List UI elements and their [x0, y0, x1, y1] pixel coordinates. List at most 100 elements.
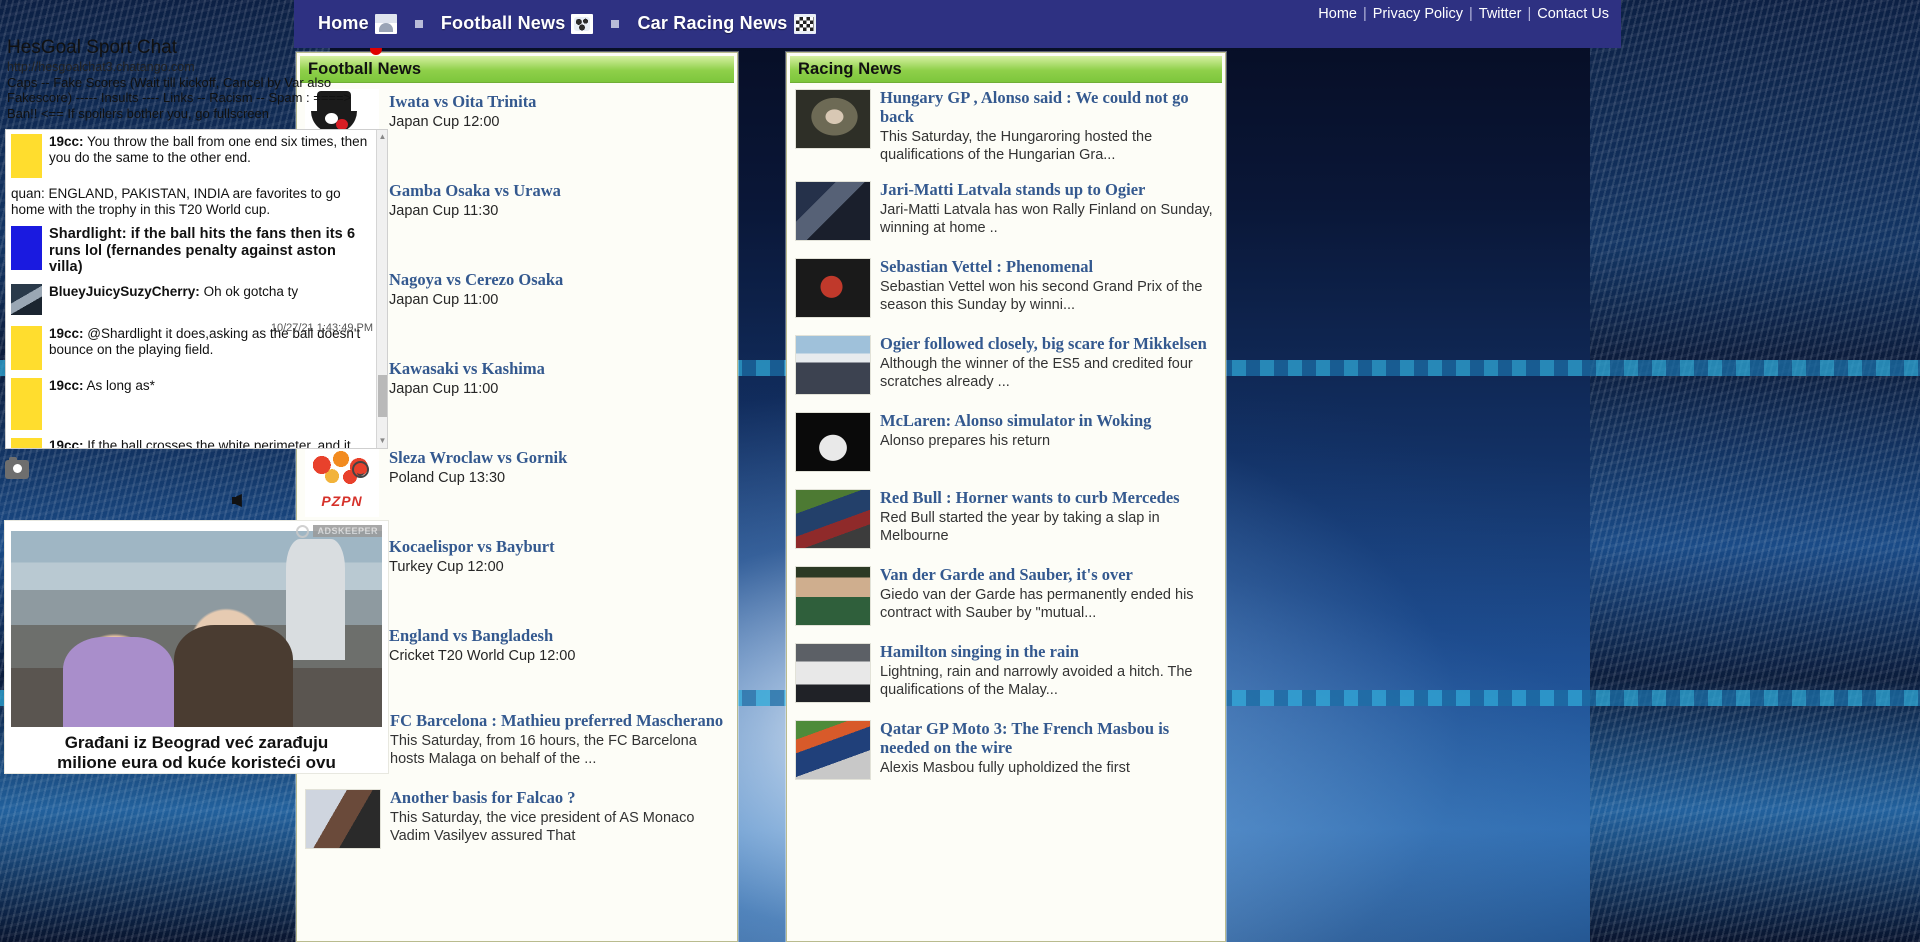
article-desc: Jari-Matti Latvala has won Rally Finland… — [880, 202, 1213, 236]
list-item[interactable]: Another basis for Falcao ? This Saturday… — [305, 788, 729, 849]
chat-message-text: Shardlight: if the ball hits the fans th… — [49, 226, 373, 277]
article-desc: Giedo van der Garde has permanently ende… — [880, 587, 1194, 621]
list-item[interactable]: Red Bull : Horner wants to curb Mercedes… — [795, 488, 1217, 550]
nav-car-racing-news[interactable]: Car Racing News — [637, 13, 816, 34]
chat-message: BlueyJuicySuzyCherry: Oh ok gotcha ty — [6, 280, 387, 319]
scroll-down-arrow[interactable]: ▼ — [378, 436, 387, 446]
alonso-photo — [795, 89, 871, 149]
chat-message: Shardlight: if the ball hits the fans th… — [6, 222, 387, 281]
scroll-up-arrow[interactable]: ▲ — [378, 132, 387, 142]
article-title[interactable]: Sebastian Vettel : Phenomenal — [880, 257, 1217, 277]
article-desc: Alonso prepares his return — [880, 433, 1051, 450]
fixture-title[interactable]: Kocaelispor vs Bayburt — [389, 537, 555, 556]
chat-username: 19cc: — [49, 133, 84, 149]
qatar-photo — [795, 720, 871, 781]
avatar — [11, 284, 42, 316]
article-title[interactable]: Qatar GP Moto 3: The French Masbou is ne… — [880, 719, 1217, 758]
avatar — [11, 438, 42, 448]
falcao-photo — [305, 789, 381, 849]
article-desc: Red Bull started the year by taking a sl… — [880, 510, 1160, 544]
nav-home-label: Home — [318, 13, 369, 33]
chat-username: 19cc: — [49, 438, 84, 449]
fixture-sub: Turkey Cup 12:00 — [389, 559, 504, 576]
chat-message-body: If the ball crosses the white perimeter,… — [87, 438, 351, 449]
chat-message-text: BlueyJuicySuzyCherry: Oh ok gotcha ty — [49, 284, 298, 300]
list-item[interactable]: PZPN Sleza Wroclaw vs Gornik Poland Cup … — [305, 445, 729, 517]
nav-privacy-policy[interactable]: Privacy Policy — [1373, 6, 1463, 22]
fixture-title[interactable]: Iwata vs Oita Trinita — [389, 92, 536, 111]
article-title[interactable]: McLaren: Alonso simulator in Woking — [880, 411, 1217, 431]
chat-message-body: ENGLAND, PAKISTAN, INDIA are favorites t… — [11, 185, 341, 217]
advertisement[interactable]: ADSKEEPER Građani iz Beograd već zarađuj… — [4, 519, 389, 775]
article-title[interactable]: Another basis for Falcao ? — [390, 788, 729, 808]
article-title[interactable]: Ogier followed closely, big scare for Mi… — [880, 334, 1217, 354]
ad-figure-standing — [285, 538, 345, 661]
camera-icon[interactable] — [5, 457, 29, 480]
list-item[interactable]: Hamilton singing in the rain Lightning, … — [795, 642, 1217, 704]
chat-message: 19cc: If the ball crosses the white peri… — [6, 434, 387, 449]
list-item[interactable]: Jari-Matti Latvala stands up to Ogier Ja… — [795, 180, 1217, 242]
list-item[interactable]: Qatar GP Moto 3: The French Masbou is ne… — [795, 719, 1217, 781]
nav-pipe-1: | — [1362, 6, 1367, 22]
chat-username: BlueyJuicySuzyCherry: — [49, 284, 200, 300]
article-title[interactable]: Van der Garde and Sauber, it's over — [880, 565, 1217, 585]
racing-news-title: Racing News — [798, 59, 902, 78]
fixture-title[interactable]: Nagoya vs Cerezo Osaka — [389, 270, 563, 289]
article-title[interactable]: Hamilton singing in the rain — [880, 642, 1217, 662]
chatango-widget: HesGoal Sport Chat http://hesgoalchat3.c… — [0, 32, 393, 510]
mute-speaker-icon[interactable] — [231, 494, 247, 507]
chat-username: 19cc: — [49, 378, 84, 394]
ad-figure-man — [62, 636, 175, 727]
chat-message-body: @Shardlight it does,asking as the ball d… — [49, 326, 361, 358]
list-item[interactable]: Van der Garde and Sauber, it's over Gied… — [795, 565, 1217, 627]
article-desc: Although the winner of the ES5 and credi… — [880, 356, 1193, 390]
fixture-sub: Japan Cup 12:00 — [389, 114, 500, 131]
fixture-title[interactable]: Gamba Osaka vs Urawa — [389, 181, 561, 200]
article-desc: Lightning, rain and narrowly avoided a h… — [880, 664, 1193, 698]
nav-football-news-label: Football News — [440, 13, 566, 33]
list-item[interactable]: McLaren: Alonso simulator in Woking Alon… — [795, 411, 1217, 473]
ad-headline-line2: milione eura od kuće koristeći ovu — [57, 753, 336, 773]
article-title[interactable]: Jari-Matti Latvala stands up to Ogier — [880, 180, 1217, 200]
racing-news-header: Racing News — [790, 56, 1222, 83]
fixture-title[interactable]: England vs Bangladesh — [389, 626, 575, 645]
nav-car-racing-news-label: Car Racing News — [637, 13, 788, 33]
nav-football-news[interactable]: Football News — [441, 13, 594, 34]
article-title[interactable]: FC Barcelona : Mathieu preferred Mascher… — [390, 711, 729, 731]
fixture-sub: Japan Cup 11:30 — [389, 203, 499, 220]
chat-message-text: quan: ENGLAND, PAKISTAN, INDIA are favor… — [11, 186, 373, 218]
top-navigation-bar: Home Football News Car Racing News Home |… — [294, 0, 1621, 48]
article-desc: Sebastian Vettel won his second Grand Pr… — [880, 279, 1203, 313]
chat-username: quan: — [11, 185, 45, 201]
redbull-photo — [795, 489, 871, 550]
fixture-title[interactable]: Kawasaki vs Kashima — [389, 359, 545, 378]
ad-image — [11, 530, 382, 727]
adskeeper-badge[interactable]: ADSKEEPER — [296, 524, 382, 538]
fixture-sub: Japan Cup 11:00 — [389, 381, 499, 398]
fixture-title[interactable]: Sleza Wroclaw vs Gornik — [389, 448, 567, 467]
chat-message-body: You throw the ball from one end six time… — [49, 133, 368, 165]
list-item[interactable]: Ogier followed closely, big scare for Mi… — [795, 334, 1217, 396]
article-title[interactable]: Hungary GP , Alonso said : We could not … — [880, 88, 1217, 127]
list-item[interactable]: Hungary GP , Alonso said : We could not … — [795, 88, 1217, 164]
chat-sidebar: Follow @hesgoalme HesGoal Sport Chat htt… — [0, 0, 393, 890]
article-desc: This Saturday, the Hungaroring hosted th… — [880, 128, 1153, 163]
nav-home[interactable]: Home — [318, 13, 397, 34]
ad-figure-woman — [174, 625, 293, 727]
list-item[interactable]: Sebastian Vettel : Phenomenal Sebastian … — [795, 257, 1217, 319]
nav-secondary-home[interactable]: Home — [1318, 6, 1357, 22]
chat-scrollbar[interactable]: ▲ ▼ — [376, 129, 387, 448]
scrollbar-thumb[interactable] — [378, 374, 387, 417]
home-icon — [374, 13, 397, 34]
football-icon — [571, 13, 594, 34]
ad-headline[interactable]: Građani iz Beograd već zarađuju milione … — [5, 727, 388, 773]
article-title[interactable]: Red Bull : Horner wants to curb Mercedes — [880, 488, 1217, 508]
vettel-photo — [795, 258, 871, 319]
chat-message: 19cc: @Shardlight it does,asking as the … — [6, 322, 387, 374]
chat-username: 19cc: — [49, 326, 84, 342]
nav-contact-us[interactable]: Contact Us — [1537, 6, 1609, 22]
chat-message: 19cc: You throw the ball from one end si… — [6, 130, 387, 182]
nav-twitter[interactable]: Twitter — [1479, 6, 1522, 22]
chat-message-list[interactable]: 19cc: You throw the ball from one end si… — [5, 128, 388, 449]
chat-message-text: 19cc: If the ball crosses the white peri… — [49, 438, 373, 449]
